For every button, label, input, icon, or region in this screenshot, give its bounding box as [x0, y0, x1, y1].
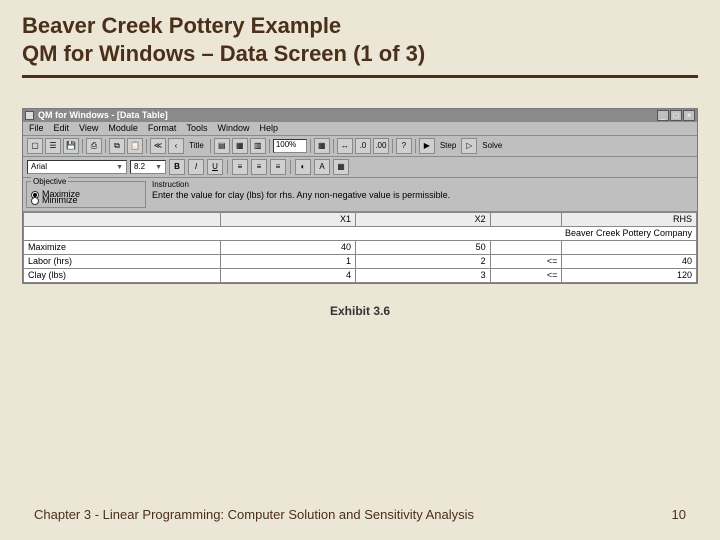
decimal-icon[interactable]: .0 [355, 138, 371, 154]
radio-icon [31, 197, 39, 205]
font-combo[interactable]: Arial▼ [27, 160, 127, 174]
title-line2: QM for Windows – Data Screen (1 of 3) [22, 41, 425, 66]
solve-label[interactable]: Solve [479, 142, 505, 150]
data-grid[interactable]: Beaver Creek Pottery Company X1 X2 RHS M… [23, 212, 697, 283]
open-icon[interactable]: ☰ [45, 138, 61, 154]
fill-color-icon[interactable]: ◐ [295, 159, 311, 175]
arrange-icon[interactable]: ▥ [250, 138, 266, 154]
grid-header-row: X1 X2 RHS [24, 213, 697, 227]
title-rule [22, 75, 698, 78]
menu-view[interactable]: View [79, 124, 98, 133]
instruction-group-label: Instruction [152, 181, 694, 189]
solve-icon[interactable]: ▷ [461, 138, 477, 154]
titlebar: QM for Windows - [Data Table] _ □ × [23, 109, 697, 122]
instruction-group: Instruction Enter the value for clay (lb… [152, 181, 694, 208]
table-row[interactable]: Clay (lbs) 4 3 <= 120 [24, 269, 697, 283]
cell[interactable]: 1 [221, 255, 356, 269]
bold-button[interactable]: B [169, 159, 185, 175]
objective-group: Objective Maximize Minimize [26, 181, 146, 208]
paste-icon[interactable]: 📋 [127, 138, 143, 154]
row-label[interactable]: Clay (lbs) [24, 269, 221, 283]
exhibit-caption: Exhibit 3.6 [0, 304, 720, 318]
menu-edit[interactable]: Edit [54, 124, 70, 133]
help-icon[interactable]: ? [396, 138, 412, 154]
align-left-icon[interactable]: ≡ [232, 159, 248, 175]
align-center-icon[interactable]: ≡ [251, 159, 267, 175]
options-row: Objective Maximize Minimize Instruction … [23, 178, 697, 212]
close-button[interactable]: × [683, 110, 695, 121]
cell[interactable]: <= [490, 255, 562, 269]
zoom-combo[interactable]: 100% [273, 139, 307, 153]
italic-button[interactable]: I [188, 159, 204, 175]
cell[interactable]: <= [490, 269, 562, 283]
minimize-button[interactable]: _ [657, 110, 669, 121]
prev-icon[interactable]: ‹ [168, 138, 184, 154]
col-rhs: RHS [562, 213, 697, 227]
cell[interactable]: 40 [221, 241, 356, 255]
col-x1: X1 [221, 213, 356, 227]
cell[interactable] [562, 241, 697, 255]
window-title: QM for Windows - [Data Table] [38, 111, 657, 120]
cascade-icon[interactable]: ▤ [214, 138, 230, 154]
cell[interactable] [490, 241, 562, 255]
row-label[interactable]: Maximize [24, 241, 221, 255]
save-icon[interactable]: 💾 [63, 138, 79, 154]
col-x2: X2 [356, 213, 491, 227]
radio-min-label: Minimize [42, 196, 78, 205]
print-icon[interactable]: ⎙ [86, 138, 102, 154]
menubar: File Edit View Module Format Tools Windo… [23, 122, 697, 136]
title-line1: Beaver Creek Pottery Example [22, 13, 341, 38]
title-label: Title [186, 142, 207, 150]
maximize-button[interactable]: □ [670, 110, 682, 121]
footer-left: Chapter 3 - Linear Programming: Computer… [34, 507, 474, 522]
grid-title: Beaver Creek Pottery Company [24, 227, 697, 241]
cell[interactable]: 4 [221, 269, 356, 283]
radio-minimize[interactable]: Minimize [31, 196, 141, 205]
menu-tools[interactable]: Tools [186, 124, 207, 133]
align-right-icon[interactable]: ≡ [270, 159, 286, 175]
border-icon[interactable]: ▦ [333, 159, 349, 175]
footer-page: 10 [672, 507, 686, 522]
app-screenshot: QM for Windows - [Data Table] _ □ × File… [22, 108, 698, 284]
slide-title: Beaver Creek Pottery Example QM for Wind… [0, 0, 720, 73]
font-color-icon[interactable]: A [314, 159, 330, 175]
cell[interactable]: 2 [356, 255, 491, 269]
step-label[interactable]: Step [437, 142, 459, 150]
table-row[interactable]: Maximize 40 50 [24, 241, 697, 255]
step-icon[interactable]: ▶ [419, 138, 435, 154]
objective-group-label: Objective [31, 177, 68, 186]
tile-icon[interactable]: ▦ [232, 138, 248, 154]
col-blank [24, 213, 221, 227]
menu-window[interactable]: Window [217, 124, 249, 133]
format-toolbar: Arial▼ 8.2▼ B I U ≡ ≡ ≡ ◐ A ▦ [23, 157, 697, 178]
autosize-icon[interactable]: ↔ [337, 138, 353, 154]
cell[interactable]: 120 [562, 269, 697, 283]
cell[interactable]: 40 [562, 255, 697, 269]
col-rel [490, 213, 562, 227]
cell[interactable]: 50 [356, 241, 491, 255]
menu-file[interactable]: File [29, 124, 44, 133]
row-label[interactable]: Labor (hrs) [24, 255, 221, 269]
menu-format[interactable]: Format [148, 124, 177, 133]
decimal2-icon[interactable]: .00 [373, 138, 389, 154]
cell[interactable]: 3 [356, 269, 491, 283]
fontsize-combo[interactable]: 8.2▼ [130, 160, 166, 174]
slide-footer: Chapter 3 - Linear Programming: Computer… [0, 507, 720, 522]
instruction-text: Enter the value for clay (lbs) for rhs. … [152, 191, 694, 200]
main-toolbar: ▢ ☰ 💾 ⎙ ⧉ 📋 ≪ ‹ Title ▤ ▦ ▥ 100% ▦ ↔ .0 … [23, 136, 697, 157]
menu-help[interactable]: Help [259, 124, 278, 133]
copy-icon[interactable]: ⧉ [109, 138, 125, 154]
table-row[interactable]: Labor (hrs) 1 2 <= 40 [24, 255, 697, 269]
app-icon [25, 111, 34, 120]
menu-module[interactable]: Module [108, 124, 138, 133]
table-icon[interactable]: ▦ [314, 138, 330, 154]
new-icon[interactable]: ▢ [27, 138, 43, 154]
underline-button[interactable]: U [207, 159, 223, 175]
first-icon[interactable]: ≪ [150, 138, 166, 154]
